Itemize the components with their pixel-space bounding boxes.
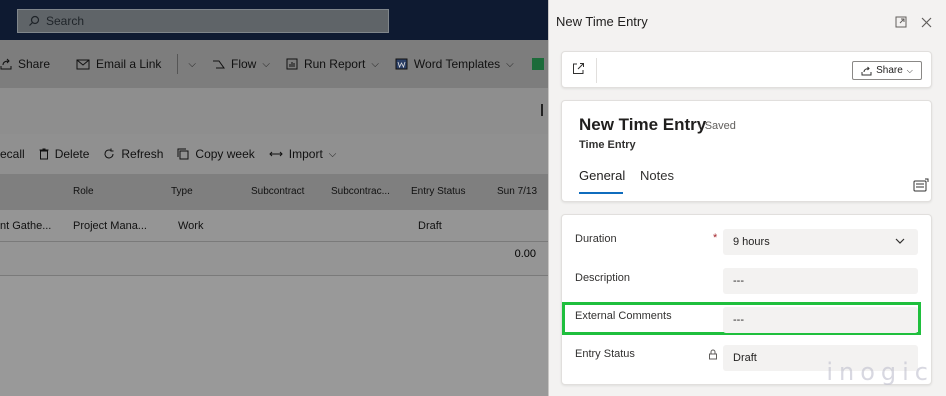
share-command[interactable]: Share xyxy=(0,57,50,71)
related-icon[interactable] xyxy=(913,178,929,197)
toolbar-separator xyxy=(596,58,597,83)
share-command-label: Share xyxy=(18,57,51,71)
grid-header: Role Type Subcontract Subcontrac... Entr… xyxy=(0,174,548,210)
recall-command[interactable]: ecall xyxy=(0,147,25,161)
lock-icon xyxy=(708,347,718,365)
grid-command-bar: ecall Delete Refresh Copy week Import ⌵ xyxy=(0,134,548,174)
description-label: Description xyxy=(575,272,631,284)
flow-label: Flow xyxy=(231,57,257,71)
background-app: Search Share Email a Link ⌵ Flow ⌵ Run R… xyxy=(0,0,548,396)
copy-icon xyxy=(177,148,189,160)
flow-icon xyxy=(212,59,225,70)
watermark-logo: inogic xyxy=(826,358,934,386)
share-icon xyxy=(0,58,12,70)
chevron-down-icon: ⌵ xyxy=(371,58,379,70)
active-tab-indicator xyxy=(579,192,623,194)
column-header-type[interactable]: Type xyxy=(171,174,193,210)
cell-task: nt Gathe... xyxy=(0,220,52,232)
flow-command[interactable]: Flow ⌵ xyxy=(212,57,270,71)
entry-status-label: Entry Status xyxy=(575,348,635,360)
word-templates-label: Word Templates xyxy=(413,57,501,71)
report-icon xyxy=(286,58,298,70)
chevron-down-icon: ⌵ xyxy=(328,148,337,160)
chevron-down-icon: ⌵ xyxy=(506,58,514,70)
command-bar: Share Email a Link ⌵ Flow ⌵ Run Report ⌵… xyxy=(0,40,548,88)
tab-general[interactable]: General xyxy=(579,168,625,183)
share-button-label: Share xyxy=(876,65,903,76)
global-search[interactable]: Search xyxy=(17,9,389,33)
share-icon xyxy=(861,66,872,75)
column-header-subcontract-line[interactable]: Subcontrac... xyxy=(331,174,390,210)
share-button[interactable]: Share ⌵ xyxy=(852,61,922,80)
import-command[interactable]: Import ⌵ xyxy=(269,147,337,161)
delete-command[interactable]: Delete xyxy=(39,147,90,161)
run-report-label: Run Report xyxy=(303,57,366,71)
tab-notes[interactable]: Notes xyxy=(640,168,674,183)
record-save-status: - Saved xyxy=(698,120,736,132)
email-icon xyxy=(76,59,90,70)
grid-empty-area xyxy=(0,276,548,396)
refresh-label: Refresh xyxy=(121,147,164,161)
chevron-down-icon: ⌵ xyxy=(262,58,270,70)
entry-status-value: Draft xyxy=(733,352,757,364)
chevron-down-icon: ⌵ xyxy=(906,65,913,75)
close-icon[interactable] xyxy=(921,15,932,33)
panel-edge-icon xyxy=(541,104,547,116)
record-entity-name: Time Entry xyxy=(579,139,636,151)
recall-label: ecall xyxy=(0,147,25,161)
external-comments-label: External Comments xyxy=(575,310,672,322)
view-header-band xyxy=(0,88,548,134)
total-value: 0.00 xyxy=(514,248,536,260)
description-field[interactable]: --- xyxy=(723,268,918,294)
panel-header: New Time Entry xyxy=(549,0,946,44)
expand-icon[interactable] xyxy=(895,15,907,33)
duration-select[interactable]: 9 hours xyxy=(723,229,918,255)
record-title: New Time Entry xyxy=(579,115,707,134)
description-value: --- xyxy=(733,275,744,287)
required-indicator: * xyxy=(713,232,718,244)
top-navigation-bar: Search xyxy=(0,0,548,40)
word-templates-command[interactable]: Word Templates ⌵ xyxy=(395,57,514,71)
copy-week-label: Copy week xyxy=(195,147,255,161)
refresh-icon xyxy=(103,148,115,160)
panel-title: New Time Entry xyxy=(556,14,648,29)
column-header-sun[interactable]: Sun 7/13 xyxy=(497,174,537,210)
email-link-command[interactable]: Email a Link xyxy=(76,57,161,71)
refresh-command[interactable]: Refresh xyxy=(103,147,163,161)
open-record-icon[interactable] xyxy=(572,62,585,80)
word-icon xyxy=(395,58,408,70)
copy-week-command[interactable]: Copy week xyxy=(177,147,255,161)
run-report-command[interactable]: Run Report ⌵ xyxy=(286,57,379,71)
external-comments-value: --- xyxy=(733,314,744,326)
cell-role: Project Mana... xyxy=(73,220,147,232)
import-label: Import xyxy=(288,147,323,161)
search-icon xyxy=(29,15,40,26)
chevron-down-icon xyxy=(894,235,906,250)
grid-total-row: 0.00 xyxy=(0,242,548,276)
import-icon xyxy=(269,149,283,159)
cell-entry-status: Draft xyxy=(418,220,442,232)
column-header-subcontract[interactable]: Subcontract xyxy=(251,174,304,210)
panel-toolbar: Share ⌵ xyxy=(561,51,932,88)
chevron-down-icon[interactable]: ⌵ xyxy=(188,59,196,70)
duration-label: Duration xyxy=(575,233,617,245)
search-placeholder: Search xyxy=(46,14,85,28)
email-link-label: Email a Link xyxy=(96,57,162,71)
duration-value: 9 hours xyxy=(733,236,770,248)
record-header-card: New Time Entry - Saved Time Entry Genera… xyxy=(561,100,932,202)
cell-type: Work xyxy=(178,220,204,232)
external-comments-field[interactable]: --- xyxy=(723,307,918,333)
delete-icon xyxy=(39,148,49,160)
column-header-role[interactable]: Role xyxy=(73,174,94,210)
command-separator xyxy=(177,54,179,74)
table-row[interactable]: nt Gathe... Project Mana... Work Draft xyxy=(0,210,548,242)
delete-label: Delete xyxy=(54,147,90,161)
excel-icon[interactable] xyxy=(531,58,544,70)
column-header-entry-status[interactable]: Entry Status xyxy=(411,174,465,210)
quick-create-panel: New Time Entry Share ⌵ New Time Entry - … xyxy=(548,0,946,396)
